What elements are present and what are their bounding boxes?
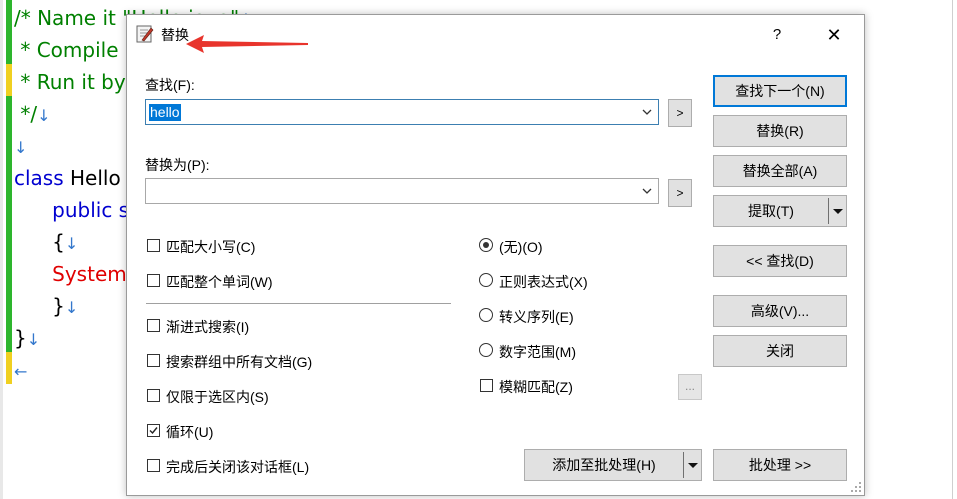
extract-button-label[interactable]: 提取(T) [714, 196, 828, 226]
mode-numeric-label[interactable]: 数字范围(M) [499, 342, 576, 362]
code-line[interactable]: public s [14, 194, 129, 226]
close-after-label[interactable]: 完成后关闭该对话框(L) [166, 457, 309, 477]
search-all-docs-checkbox[interactable] [147, 354, 160, 367]
incremental-search-checkbox[interactable] [147, 319, 160, 332]
whole-word-label[interactable]: 匹配整个单词(W) [166, 272, 273, 292]
line-end-marker: ↓ [64, 298, 79, 317]
match-case-checkbox[interactable] [147, 239, 160, 252]
incremental-search-label[interactable]: 渐进式搜索(I) [166, 317, 249, 337]
line-end-marker: ↓ [64, 234, 79, 253]
code-line[interactable]: ← [14, 354, 27, 386]
code-text: public s [14, 198, 130, 222]
dropdown-arrow-icon[interactable] [684, 450, 702, 480]
code-line[interactable]: * Compile it [14, 34, 138, 66]
code-line[interactable]: }↓ [14, 290, 78, 322]
close-icon[interactable]: ✕ [814, 15, 854, 55]
find-input[interactable]: hello [149, 104, 181, 121]
code-text: } [14, 326, 27, 350]
match-case-label[interactable]: 匹配大小写(C) [166, 237, 255, 257]
fuzzy-match-label[interactable]: 模糊匹配(Z) [499, 377, 573, 397]
editor-right-edge [952, 0, 953, 499]
mode-escape-label[interactable]: 转义序列(E) [499, 307, 574, 327]
find-back-button[interactable]: << 查找(D) [713, 245, 847, 277]
code-text: System. [14, 262, 134, 286]
fuzzy-match-checkbox[interactable] [480, 379, 493, 392]
search-all-docs-label[interactable]: 搜索群组中所有文档(G) [166, 352, 312, 372]
editor-gutter [0, 0, 3, 499]
help-button[interactable]: ? [757, 15, 797, 55]
mode-none-radio[interactable] [479, 238, 493, 252]
resize-grip-icon[interactable] [850, 481, 862, 493]
wrap-around-label[interactable]: 循环(U) [166, 422, 213, 442]
find-options-button[interactable]: > [668, 99, 692, 127]
mode-regex-label[interactable]: 正则表达式(X) [499, 272, 588, 292]
mode-numeric-radio[interactable] [479, 343, 493, 357]
change-marker-saved [6, 0, 12, 64]
mode-regex-radio[interactable] [479, 273, 493, 287]
line-end-marker: ↓ [37, 106, 51, 125]
change-marker-saved [6, 96, 12, 352]
batch-button[interactable]: 批处理 >> [713, 449, 847, 481]
selection-only-label[interactable]: 仅限于选区内(S) [166, 387, 269, 407]
replace-options-button[interactable]: > [668, 179, 692, 207]
change-marker-unsaved [6, 352, 12, 384]
replace-button[interactable]: 替换(R) [713, 115, 847, 147]
options-divider [146, 303, 451, 304]
code-line[interactable]: */↓ [14, 98, 51, 130]
find-label: 查找(F): [145, 77, 195, 93]
line-end-marker: ↓ [14, 138, 28, 157]
replace-all-button[interactable]: 替换全部(A) [713, 155, 847, 187]
mode-none-label[interactable]: (无)(O) [499, 237, 543, 257]
whole-word-checkbox[interactable] [147, 274, 160, 287]
advanced-button[interactable]: 高级(V)... [713, 295, 847, 327]
replace-app-icon [136, 25, 154, 43]
find-next-button[interactable]: 查找下一个(N) [713, 75, 847, 107]
extract-split-button[interactable]: 提取(T) [713, 195, 847, 227]
replace-dialog: 替换 ? ✕ 查找(F): hello > 替换为(P): > 匹配大小写(C)… [126, 14, 865, 496]
chevron-down-icon[interactable] [638, 100, 656, 124]
change-marker-unsaved [6, 64, 12, 96]
code-line[interactable]: System. [14, 258, 133, 290]
line-end-marker: ↓ [26, 330, 41, 349]
replace-label: 替换为(P): [145, 157, 210, 173]
close-button[interactable]: 关闭 [713, 335, 847, 367]
add-to-batch-split-button[interactable]: 添加至批处理(H) [524, 449, 702, 481]
code-line[interactable]: ↓ [14, 130, 27, 162]
code-line[interactable]: {↓ [14, 226, 78, 258]
code-text: } [14, 294, 65, 318]
mode-escape-radio[interactable] [479, 308, 493, 322]
close-after-checkbox[interactable] [147, 459, 160, 472]
dropdown-arrow-icon[interactable] [829, 196, 847, 226]
wrap-around-checkbox[interactable] [147, 424, 160, 437]
selection-only-checkbox[interactable] [147, 389, 160, 402]
dialog-title: 替换 [161, 27, 189, 43]
replace-combobox[interactable] [145, 178, 659, 204]
chevron-down-icon[interactable] [638, 179, 656, 203]
annotation-arrow-icon [186, 35, 308, 53]
eof-marker: ← [14, 362, 28, 381]
code-line[interactable]: * Run it by [14, 66, 126, 98]
find-combobox[interactable]: hello [145, 99, 659, 125]
checkmark-icon [149, 427, 158, 435]
code-line[interactable]: }↓ [14, 322, 40, 354]
code-text: * Compile it [14, 38, 139, 62]
fuzzy-settings-button[interactable]: ... [678, 374, 702, 400]
add-to-batch-label[interactable]: 添加至批处理(H) [525, 450, 683, 480]
code-text: { [14, 230, 65, 254]
code-text: */ [14, 102, 38, 126]
code-text: * Run it by [14, 70, 126, 94]
